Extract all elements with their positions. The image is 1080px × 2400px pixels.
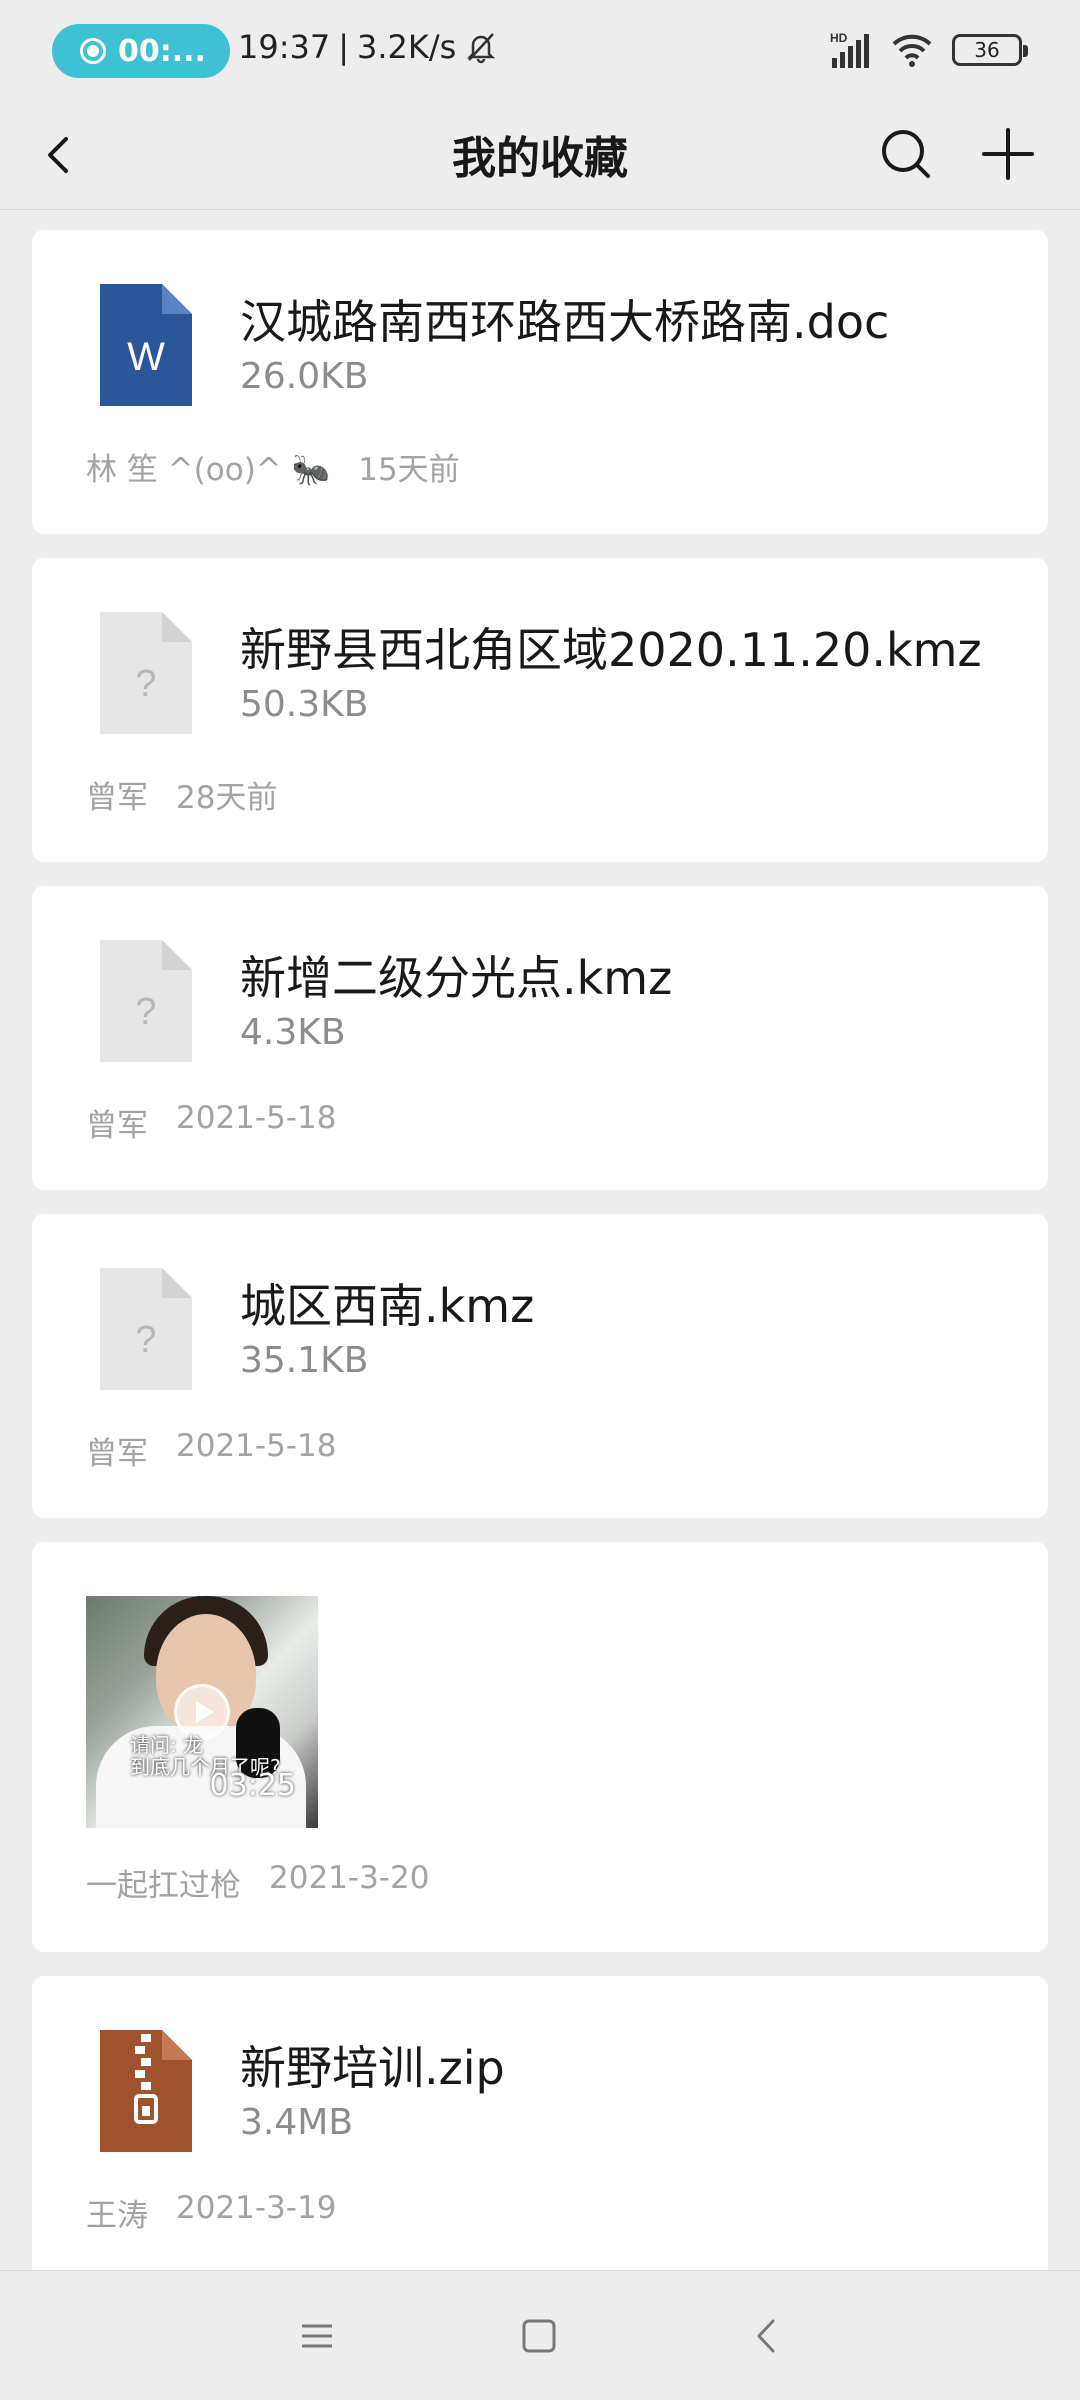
app-header: 我的收藏: [0, 100, 1080, 210]
file-size: 35.1KB: [240, 1340, 369, 1381]
favorite-item[interactable]: 新野培训.zip 3.4MB 王涛 2021-3-19: [32, 1976, 1048, 2280]
zip-file-icon: [100, 2030, 192, 2152]
item-date: 2021-3-20: [269, 1860, 430, 1896]
file-name: 新野县西北角区域2020.11.20.kmz: [240, 623, 982, 677]
item-meta: 一起扛过枪 2021-3-20: [86, 1860, 429, 1905]
unknown-file-icon: ?: [100, 1268, 192, 1390]
file-size: 4.3KB: [240, 1012, 346, 1053]
unknown-glyph: ?: [135, 1319, 156, 1361]
menu-icon[interactable]: [292, 2311, 342, 2361]
file-size: 3.4MB: [240, 2102, 354, 2143]
favorites-list: W 汉城路南西环路西大桥路南.doc 26.0KB 林 笙 ^(oo)^ 🐜 1…: [32, 230, 1048, 2304]
item-date: 2021-5-18: [176, 1428, 337, 1464]
mute-icon: [467, 33, 496, 64]
search-icon[interactable]: [876, 122, 936, 186]
favorite-item[interactable]: ? 城区西南.kmz 35.1KB 曾军 2021-5-18: [32, 1214, 1048, 1518]
item-date: 2021-5-18: [176, 1100, 337, 1136]
item-author: 王涛: [86, 2198, 148, 2234]
item-meta: 王涛 2021-3-19: [86, 2190, 336, 2235]
separator: |: [338, 28, 349, 66]
record-timer: 00:...: [118, 33, 206, 69]
file-size: 26.0KB: [240, 356, 369, 397]
battery-level: 36: [974, 38, 1000, 62]
item-meta: 林 笙 ^(oo)^ 🐜 15天前: [86, 444, 460, 489]
signal-icon: HD: [830, 31, 869, 68]
word-letter: W: [127, 335, 165, 379]
home-icon[interactable]: [514, 2311, 564, 2361]
play-icon[interactable]: [174, 1684, 230, 1740]
favorite-item[interactable]: ? 新野县西北角区域2020.11.20.kmz 50.3KB 曾军 28天前: [32, 558, 1048, 862]
favorite-item[interactable]: 请问: 龙 到底几个月了呢? 03:25 一起扛过枪 2021-3-20: [32, 1542, 1048, 1952]
status-bar: 00:... 19:37 | 3.2K/s HD 36: [0, 0, 1080, 100]
wifi-icon: [892, 34, 932, 67]
clock: 19:37: [238, 28, 331, 66]
item-meta: 曾军 28天前: [86, 772, 277, 817]
back-nav-icon[interactable]: [742, 2311, 792, 2361]
favorite-item[interactable]: ? 新增二级分光点.kmz 4.3KB 曾军 2021-5-18: [32, 886, 1048, 1190]
file-name: 新增二级分光点.kmz: [240, 951, 673, 1005]
file-name: 汉城路南西环路西大桥路南.doc: [240, 295, 890, 349]
item-date: 15天前: [358, 452, 460, 488]
unknown-file-icon: ?: [100, 940, 192, 1062]
item-author: 曾军: [86, 1108, 148, 1144]
unknown-file-icon: ?: [100, 612, 192, 734]
word-doc-icon: W: [100, 284, 192, 406]
item-meta: 曾军 2021-5-18: [86, 1100, 336, 1145]
item-author: 林 笙 ^(oo)^ 🐜: [86, 452, 331, 488]
system-nav-bar: [0, 2270, 1080, 2400]
video-duration: 03:25: [209, 1768, 296, 1803]
item-meta: 曾军 2021-5-18: [86, 1428, 336, 1473]
add-icon[interactable]: [976, 122, 1040, 186]
network-speed: 3.2K/s: [357, 28, 457, 66]
unknown-glyph: ?: [135, 663, 156, 705]
item-author: 曾军: [86, 1436, 148, 1472]
item-date: 28天前: [176, 780, 278, 816]
item-author: 一起扛过枪: [86, 1868, 241, 1904]
hd-label: HD: [830, 31, 848, 45]
unknown-glyph: ?: [135, 991, 156, 1033]
file-name: 城区西南.kmz: [240, 1279, 535, 1333]
screen-record-pill[interactable]: 00:...: [52, 24, 230, 78]
item-author: 曾军: [86, 780, 148, 816]
favorite-item[interactable]: W 汉城路南西环路西大桥路南.doc 26.0KB 林 笙 ^(oo)^ 🐜 1…: [32, 230, 1048, 534]
caption-line-1: 请问: 龙: [130, 1733, 204, 1757]
item-date: 2021-3-19: [176, 2190, 337, 2226]
video-thumbnail[interactable]: 请问: 龙 到底几个月了呢? 03:25: [86, 1596, 318, 1828]
file-name: 新野培训.zip: [240, 2041, 505, 2095]
status-icons: HD 36: [828, 30, 1028, 70]
record-icon: [80, 38, 106, 64]
battery-icon: 36: [952, 34, 1028, 66]
status-info: 19:37 | 3.2K/s: [238, 28, 498, 66]
file-size: 50.3KB: [240, 684, 369, 725]
